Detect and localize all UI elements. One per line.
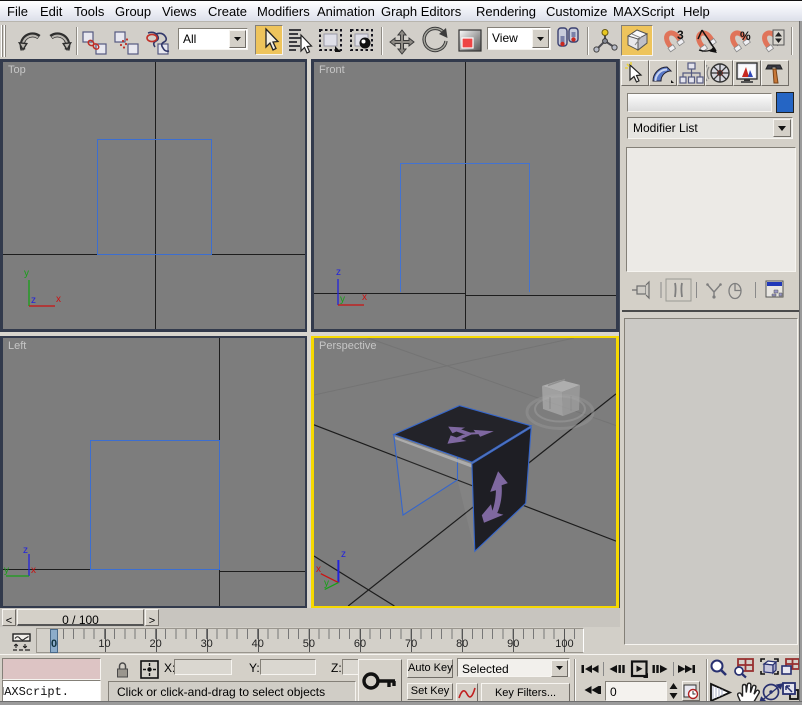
svg-text:%: %	[740, 29, 751, 43]
svg-text:x: x	[31, 565, 36, 576]
svg-text:x: x	[316, 564, 321, 575]
svg-text:y: y	[324, 578, 329, 589]
svg-text:3: 3	[677, 28, 684, 42]
svg-text:y: y	[340, 294, 345, 305]
svg-text:x: x	[56, 294, 61, 305]
svg-text:z: z	[341, 549, 346, 560]
svg-text:z: z	[23, 545, 28, 556]
svg-text:x: x	[362, 292, 367, 303]
svg-text:y: y	[24, 268, 29, 279]
svg-text:y: y	[4, 565, 9, 576]
svg-text:z: z	[336, 267, 341, 278]
svg-text:z: z	[31, 295, 36, 306]
